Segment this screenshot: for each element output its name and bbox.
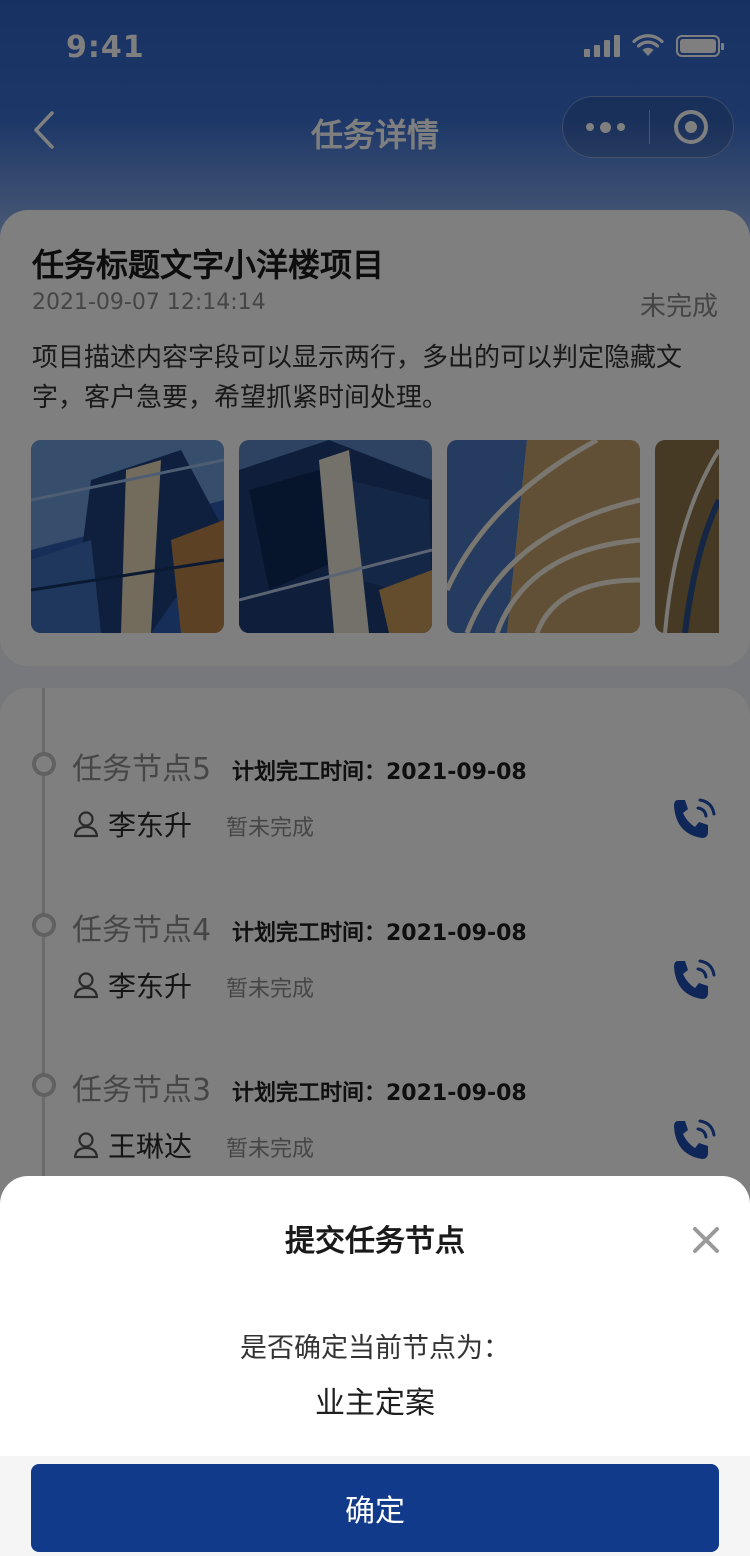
dialog-node-name: 业主定案 [315,1386,435,1421]
confirm-button[interactable]: 确定 [31,1464,719,1552]
submit-node-dialog: 提交任务节点 是否确定当前节点为： 业主定案 确定 [0,1176,750,1556]
screen: 9:41 任务详情 [0,0,750,1556]
close-icon[interactable] [690,1224,722,1256]
dialog-title: 提交任务节点 [285,1224,465,1259]
dialog-footer: 确定 [0,1456,750,1556]
dialog-question: 是否确定当前节点为： [240,1333,510,1364]
